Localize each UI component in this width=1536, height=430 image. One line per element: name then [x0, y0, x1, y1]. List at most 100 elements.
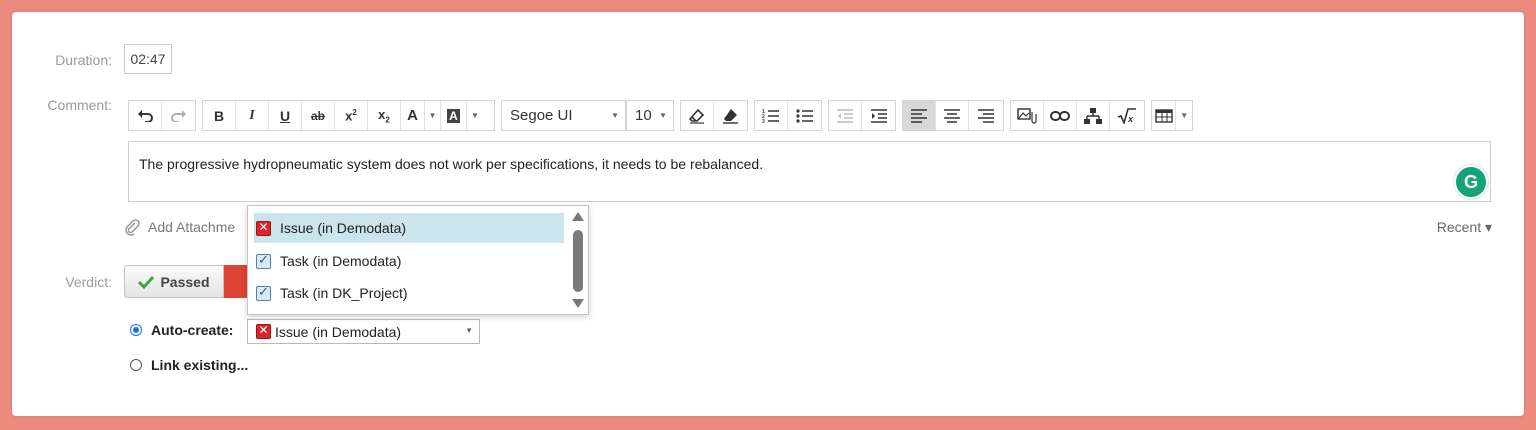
svg-text:x: x — [1127, 114, 1134, 124]
bold-icon: B — [213, 107, 225, 124]
issue-icon — [256, 323, 271, 339]
insert-diagram-button[interactable] — [1077, 101, 1110, 130]
font-size-select[interactable]: 10 ▼ — [626, 100, 674, 131]
format-group: B I U ab x2 x2 A ▼ A ▼ — [202, 100, 495, 131]
underline-icon: U — [279, 107, 291, 124]
outdent-button[interactable] — [829, 101, 862, 130]
chevron-down-icon: ▼ — [611, 111, 619, 120]
font-color-button[interactable]: A — [401, 101, 425, 130]
scrollbar-thumb[interactable] — [573, 230, 583, 292]
link-icon — [1050, 110, 1070, 121]
image-attachment-icon — [1017, 107, 1037, 124]
indent-icon — [870, 108, 887, 123]
auto-create-radio[interactable] — [130, 324, 142, 336]
auto-create-label: Auto-create: — [151, 322, 234, 338]
grammarly-icon[interactable]: G — [1454, 165, 1488, 199]
outdent-icon — [837, 108, 853, 123]
svg-text:3: 3 — [762, 119, 765, 124]
indent-group — [828, 100, 896, 131]
font-family-value: Segoe UI — [510, 107, 573, 124]
defect-type-value: Issue (in Demodata) — [275, 323, 402, 340]
issue-icon — [256, 220, 271, 236]
insert-table-button[interactable] — [1152, 101, 1177, 130]
align-group — [902, 100, 1004, 131]
align-center-button[interactable] — [936, 101, 969, 130]
option-task-dk-project[interactable]: Task (in DK_Project) — [254, 278, 564, 308]
comment-editor[interactable]: The progressive hydropneumatic system do… — [128, 141, 1491, 202]
history-group — [128, 100, 196, 131]
align-left-button[interactable] — [903, 101, 936, 130]
comment-label: Comment: — [47, 97, 112, 113]
bold-button[interactable]: B — [203, 101, 236, 130]
clear-formatting-button[interactable] — [714, 101, 747, 130]
test-run-panel — [12, 12, 1524, 416]
link-existing-radio[interactable] — [130, 359, 142, 371]
chevron-down-icon: ▼ — [1180, 111, 1189, 120]
redo-button[interactable] — [162, 101, 195, 130]
list-group: 123 — [754, 100, 822, 131]
auto-create-option[interactable]: Auto-create: — [130, 322, 233, 338]
subscript-button[interactable]: x2 — [368, 101, 401, 130]
option-label: Task (in Demodata) — [280, 253, 402, 269]
strikethrough-icon: ab — [310, 108, 325, 123]
defect-type-dropdown: Issue (in Demodata) Task (in Demodata) T… — [247, 205, 589, 315]
option-issue-demodata[interactable]: Issue (in Demodata) — [254, 213, 564, 243]
redo-icon — [170, 109, 186, 122]
recent-menu[interactable]: Recent ▾ — [1437, 219, 1492, 236]
indent-button[interactable] — [862, 101, 895, 130]
square-root-icon: x — [1117, 107, 1136, 124]
strikethrough-button[interactable]: ab — [302, 101, 335, 130]
chevron-down-icon: ▼ — [428, 111, 437, 120]
insert-group: x — [1010, 100, 1145, 131]
add-attachment-link[interactable]: Add Attachme — [124, 218, 235, 236]
font-color-dropdown[interactable]: ▼ — [425, 101, 441, 130]
underline-button[interactable]: U — [269, 101, 302, 130]
align-left-icon — [911, 108, 927, 123]
undo-button[interactable] — [129, 101, 162, 130]
scroll-up-arrow[interactable] — [572, 212, 584, 221]
eraser-button[interactable] — [681, 101, 714, 130]
task-icon — [256, 252, 271, 269]
duration-label: Duration: — [55, 52, 112, 68]
chevron-down-icon: ▼ — [465, 326, 473, 335]
undo-icon — [138, 109, 153, 122]
superscript-button[interactable]: x2 — [335, 101, 368, 130]
table-group: ▼ — [1151, 100, 1193, 131]
link-existing-option[interactable]: Link existing... — [130, 357, 248, 373]
table-icon — [1155, 108, 1173, 123]
option-label: Task (in DK_Project) — [280, 285, 408, 301]
italic-button[interactable]: I — [236, 101, 269, 130]
ordered-list-button[interactable]: 123 — [755, 101, 788, 130]
duration-field[interactable]: 02:47 — [124, 44, 172, 74]
highlight-color-button[interactable]: A — [441, 101, 467, 130]
chevron-down-icon: ▼ — [659, 111, 667, 120]
bullet-list-button[interactable] — [788, 101, 821, 130]
add-attachment-label: Add Attachme — [148, 219, 236, 235]
insert-formula-button[interactable]: x — [1110, 101, 1143, 130]
clear-formatting-icon — [722, 108, 738, 124]
italic-icon: I — [249, 107, 255, 123]
align-right-button[interactable] — [969, 101, 1002, 130]
align-right-icon — [977, 108, 994, 123]
passed-label: Passed — [160, 273, 210, 290]
checkmark-icon — [138, 275, 155, 289]
table-dropdown[interactable]: ▼ — [1176, 101, 1192, 130]
comment-text: The progressive hydropneumatic system do… — [139, 156, 764, 172]
font-family-select[interactable]: Segoe UI ▼ — [501, 100, 626, 131]
bullet-list-icon — [795, 108, 813, 123]
scroll-down-arrow[interactable] — [572, 299, 584, 308]
insert-link-button[interactable] — [1044, 101, 1077, 130]
verdict-label: Verdict: — [65, 274, 112, 290]
eraser-icon — [689, 108, 705, 124]
passed-button[interactable]: Passed — [124, 265, 224, 298]
task-icon — [256, 284, 271, 301]
defect-type-select[interactable]: Issue (in Demodata) ▼ — [247, 319, 480, 344]
highlight-color-dropdown[interactable]: ▼ — [467, 101, 483, 130]
insert-image-button[interactable] — [1011, 101, 1044, 130]
paperclip-icon — [125, 219, 140, 236]
subscript-icon: x2 — [378, 106, 390, 125]
align-center-icon — [944, 108, 960, 123]
option-task-demodata[interactable]: Task (in Demodata) — [254, 246, 564, 276]
option-label: Issue (in Demodata) — [280, 220, 407, 236]
failed-button[interactable] — [224, 265, 248, 298]
